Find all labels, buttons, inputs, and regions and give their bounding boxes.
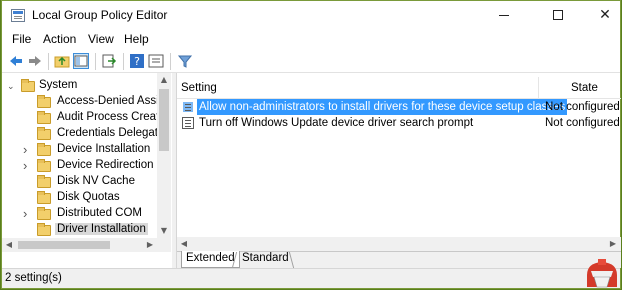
tree-item[interactable]: Disk NV Cache [2,174,158,190]
folder-icon [37,191,51,204]
tree-item-label: Distributed COM [57,207,142,219]
tree-item-label: Credentials Delegatio [57,127,158,139]
policy-setting-state: Not configured [545,101,620,113]
tree-item[interactable]: Audit Process Creatio [2,110,158,126]
filter-icon[interactable] [177,53,193,69]
menu-action[interactable]: Action [43,32,76,46]
scroll-up-icon[interactable]: ▲ [157,73,171,87]
folder-up-icon[interactable] [54,53,70,69]
toolbar-separator [48,53,49,70]
svg-text:?: ? [134,55,140,68]
column-header-state[interactable]: State [571,82,598,94]
folder-icon [37,127,51,140]
settings-horizontal-scrollbar[interactable]: ◀ ▶ [177,237,621,251]
tree-item-label: Disk Quotas [57,191,120,203]
toolbar: ? [2,50,620,73]
scroll-left-icon[interactable]: ◀ [177,237,191,251]
folder-icon [37,223,51,236]
menu-help[interactable]: Help [124,32,149,46]
chevron-right-icon[interactable]: › [23,159,33,172]
folder-icon [37,159,51,172]
tree-item-label: Driver Installation [55,223,148,235]
tree-item[interactable]: Driver Installation [2,222,158,238]
show-hide-tree-icon[interactable] [73,53,89,69]
folder-icon [21,79,35,92]
toolbar-separator [95,53,96,70]
toolbar-separator [123,53,124,70]
scroll-thumb[interactable] [18,241,110,249]
tree-item-system[interactable]: ⌄ System [2,78,158,94]
folder-icon [37,95,51,108]
tree-horizontal-scrollbar[interactable]: ◀ ▶ [2,238,157,252]
scroll-right-icon[interactable]: ▶ [606,237,620,251]
maximize-icon [553,10,563,20]
close-icon: ✕ [599,7,611,23]
tree-item[interactable]: › Device Redirection [2,158,158,174]
title-bar[interactable]: Local Group Policy Editor ✕ [2,1,620,30]
policy-setting-icon [182,117,194,129]
tab-standard[interactable]: Standard [238,251,293,268]
scroll-thumb[interactable] [159,89,169,151]
chevron-down-icon[interactable]: ⌄ [7,80,17,92]
tree-item-label: Device Installation [57,143,151,155]
forward-arrow-icon[interactable] [27,53,43,69]
tree-item-label: Access-Denied Assist [57,95,158,107]
scroll-down-icon[interactable]: ▼ [157,224,171,238]
folder-icon [37,111,51,124]
menu-view[interactable]: View [88,32,114,46]
policy-setting-name: Allow non-administrators to install driv… [197,99,568,115]
help-icon[interactable]: ? [129,53,145,69]
policy-row[interactable]: Allow non-administrators to install driv… [179,99,620,115]
tree-item[interactable]: › Device Installation [2,142,158,158]
tree-vertical-scrollbar[interactable]: ▲ ▼ [157,73,171,238]
maximize-button[interactable] [535,1,581,30]
export-list-icon[interactable] [101,53,117,69]
minimize-icon [499,14,509,16]
minimize-button[interactable] [481,1,527,30]
tree-item[interactable]: › Distributed COM [2,206,158,222]
menu-file[interactable]: File [12,32,31,46]
policy-editor-icon [11,9,25,22]
status-text: 2 setting(s) [5,272,62,284]
chevron-right-icon[interactable]: › [23,143,33,156]
tab-extended[interactable]: Extended [181,251,240,268]
scroll-left-icon[interactable]: ◀ [2,238,16,252]
tree-item[interactable]: Credentials Delegatio [2,126,158,142]
policy-row[interactable]: Turn off Windows Update device driver se… [179,115,620,131]
main-window: Local Group Policy Editor ✕ File Action … [1,0,621,289]
column-header-setting[interactable]: Setting [181,82,217,94]
status-bar: 2 setting(s) [2,268,620,288]
tree-item[interactable]: Disk Quotas [2,190,158,206]
toolbar-separator [170,53,171,70]
policy-setting-icon [182,101,194,113]
chevron-right-icon[interactable]: › [23,207,33,220]
menu-bar: File Action View Help [2,30,620,50]
policy-setting-name: Turn off Windows Update device driver se… [199,117,474,129]
column-divider[interactable] [538,77,539,99]
close-button[interactable]: ✕ [582,1,622,30]
folder-icon [37,207,51,220]
folder-icon [37,175,51,188]
tree-item-label: Disk NV Cache [57,175,135,187]
settings-pane: Setting State Allow non-administrators t… [176,73,621,268]
site-logo-icon [587,259,617,288]
scroll-right-icon[interactable]: ▶ [143,238,157,252]
policy-setting-state: Not configured [545,117,620,129]
scrollbar-corner [157,238,171,252]
tree-item-label: Device Redirection [57,159,154,171]
column-header: Setting State [177,77,621,99]
tree-item[interactable]: Access-Denied Assist [2,94,158,110]
window-title: Local Group Policy Editor [32,8,168,22]
properties-icon[interactable] [148,53,164,69]
view-tabs: Extended Standard [177,251,621,268]
back-arrow-icon[interactable] [8,53,24,69]
tree-item-label: System [39,79,78,91]
folder-icon [37,143,51,156]
tree-item-label: Audit Process Creatio [57,111,158,123]
